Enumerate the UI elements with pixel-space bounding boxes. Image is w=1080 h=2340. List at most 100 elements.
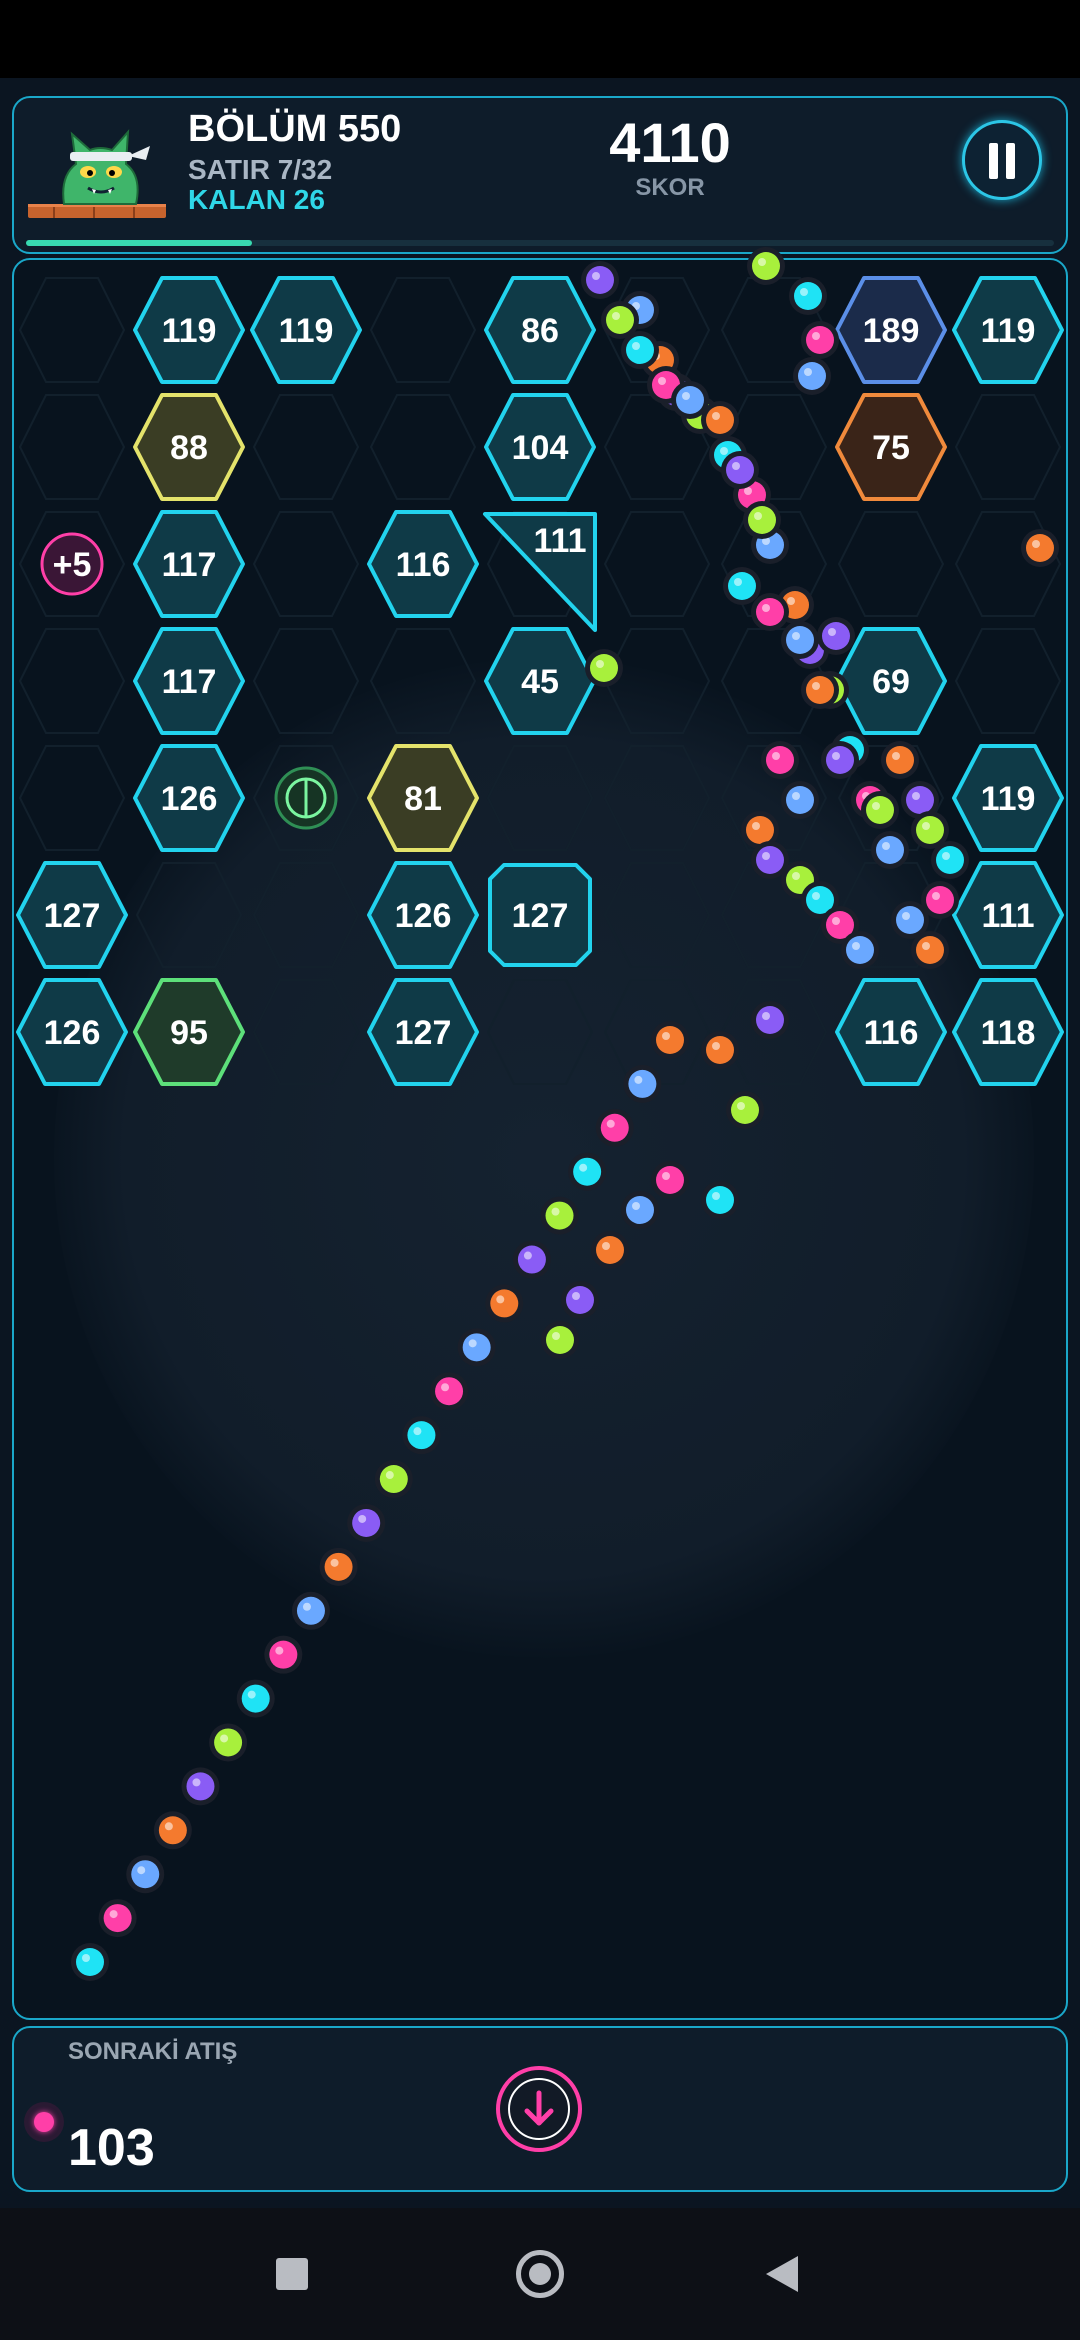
ball bbox=[264, 1635, 303, 1674]
block-green: 95 bbox=[133, 978, 245, 1086]
ball bbox=[743, 501, 781, 539]
empty-cell bbox=[954, 628, 1062, 734]
block-cyan: 69 bbox=[835, 627, 947, 735]
block-cyan: 119 bbox=[952, 744, 1064, 852]
extra-balls-powerup: +5 bbox=[40, 532, 104, 596]
empty-cell bbox=[252, 628, 360, 734]
down-arrow-icon bbox=[508, 2078, 570, 2140]
block-value: 127 bbox=[395, 1014, 452, 1052]
empty-cell bbox=[954, 394, 1062, 500]
ball bbox=[623, 1064, 662, 1103]
block-value: 127 bbox=[512, 897, 569, 935]
ball bbox=[621, 331, 659, 369]
ball-count: 103 bbox=[68, 2119, 155, 2177]
powerup-label: +5 bbox=[53, 546, 92, 584]
block-cyan: 126 bbox=[16, 978, 128, 1086]
board-layer: 119 119 86 189 119 88 104 75 117 116 111 117 45 69 126… bbox=[16, 247, 1064, 1981]
block-value: 126 bbox=[44, 1014, 101, 1052]
ball bbox=[541, 1321, 579, 1359]
empty-cell bbox=[369, 277, 477, 383]
block-value: 116 bbox=[396, 546, 451, 584]
block-value: 127 bbox=[44, 897, 101, 935]
block-cyan: 111 bbox=[952, 861, 1064, 969]
ball bbox=[726, 1091, 764, 1129]
ball bbox=[801, 321, 839, 359]
ball bbox=[781, 781, 819, 819]
ball bbox=[801, 671, 839, 709]
empty-cell bbox=[369, 394, 477, 500]
ball bbox=[71, 1943, 109, 1981]
ball bbox=[581, 261, 619, 299]
ball bbox=[701, 401, 739, 439]
laser-powerup-icon bbox=[274, 766, 338, 830]
ball bbox=[751, 1001, 789, 1039]
empty-cell bbox=[603, 511, 711, 617]
block-value: 126 bbox=[395, 897, 452, 935]
ball bbox=[871, 831, 909, 869]
empty-cell bbox=[18, 628, 126, 734]
empty-cell bbox=[18, 394, 126, 500]
block-cyan: 104 bbox=[484, 393, 596, 501]
empty-cell bbox=[603, 862, 711, 968]
ball bbox=[751, 593, 789, 631]
block-value: 111 bbox=[534, 522, 587, 560]
empty-cell bbox=[135, 862, 243, 968]
block-value: 116 bbox=[864, 1014, 919, 1052]
empty-cell bbox=[837, 511, 945, 617]
ball bbox=[153, 1811, 192, 1850]
block-cyan: 118 bbox=[952, 978, 1064, 1086]
ball bbox=[585, 649, 623, 687]
empty-cell bbox=[369, 628, 477, 734]
block-value: 117 bbox=[162, 546, 217, 584]
block-cyan: 116 bbox=[835, 978, 947, 1086]
ball bbox=[701, 1181, 739, 1219]
ball bbox=[817, 617, 855, 655]
ball bbox=[789, 277, 827, 315]
ball bbox=[701, 1031, 739, 1069]
ball bbox=[595, 1108, 634, 1147]
ball bbox=[209, 1723, 248, 1762]
block-value: 104 bbox=[512, 429, 569, 467]
block-value: 86 bbox=[521, 312, 559, 350]
block-cyan: 126 bbox=[367, 861, 479, 969]
block-cyan: 117 bbox=[133, 510, 245, 618]
block-cyan: 45 bbox=[484, 627, 596, 735]
next-ball-icon bbox=[24, 2102, 64, 2142]
recent-apps-icon[interactable] bbox=[276, 2258, 308, 2290]
ball bbox=[781, 621, 819, 659]
next-shot-label: SONRAKİ ATIŞ bbox=[68, 2038, 238, 2065]
home-icon[interactable] bbox=[516, 2250, 564, 2298]
ball bbox=[181, 1767, 220, 1806]
block-orange: 75 bbox=[835, 393, 947, 501]
block-value: 126 bbox=[161, 780, 218, 818]
ball bbox=[931, 841, 969, 879]
empty-cell bbox=[252, 862, 360, 968]
empty-cell bbox=[18, 277, 126, 383]
block-value: 118 bbox=[981, 1014, 1036, 1052]
empty-cell bbox=[486, 979, 594, 1085]
fire-button[interactable] bbox=[496, 2066, 582, 2152]
ball bbox=[374, 1460, 413, 1499]
block-value: 119 bbox=[981, 780, 1036, 818]
ball bbox=[651, 1161, 689, 1199]
ball bbox=[430, 1372, 469, 1411]
ball bbox=[621, 1191, 659, 1229]
block-value: 95 bbox=[170, 1014, 208, 1052]
ball bbox=[347, 1503, 386, 1542]
block-value: 69 bbox=[872, 663, 910, 701]
block-value: 119 bbox=[162, 312, 217, 350]
ball bbox=[591, 1231, 629, 1269]
empty-cell bbox=[252, 979, 360, 1085]
ball bbox=[723, 567, 761, 605]
back-icon[interactable] bbox=[766, 2256, 798, 2292]
block-cyan: 117 bbox=[133, 627, 245, 735]
block-blue: 189 bbox=[835, 276, 947, 384]
block-value: 189 bbox=[863, 312, 920, 350]
block-value: 45 bbox=[521, 663, 559, 701]
empty-cell bbox=[603, 628, 711, 734]
ball bbox=[485, 1284, 524, 1323]
ball bbox=[561, 1281, 599, 1319]
ball bbox=[402, 1416, 441, 1455]
ball bbox=[319, 1547, 358, 1586]
ball bbox=[236, 1679, 275, 1718]
